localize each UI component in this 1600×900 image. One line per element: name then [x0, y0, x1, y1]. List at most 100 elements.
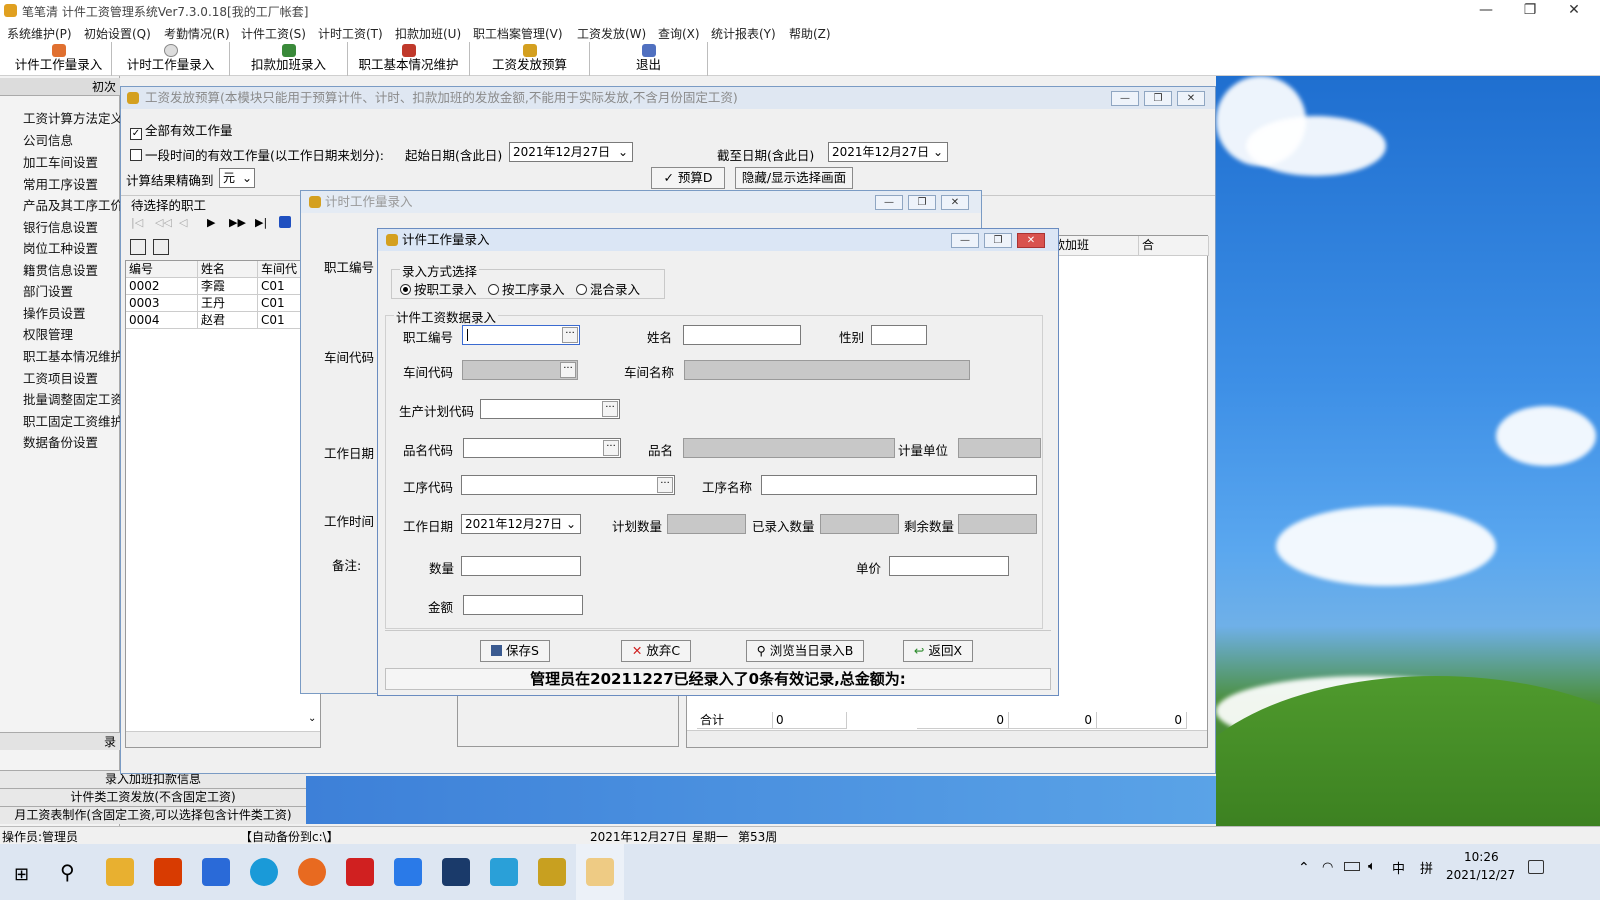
nav-item[interactable]: 籍贯信息设置 — [23, 260, 98, 279]
todo-icon[interactable] — [202, 858, 230, 886]
ime-mode-1[interactable]: 中 — [1392, 858, 1405, 877]
volume-icon[interactable]: 🔈︎ — [1368, 859, 1376, 874]
restore-icon[interactable]: ❐ — [1144, 91, 1172, 106]
ellipsis-icon[interactable]: ··· — [657, 477, 673, 493]
discard-button[interactable]: ✕ 放弃C — [621, 640, 691, 662]
wifi-icon[interactable]: ◠ — [1322, 860, 1333, 875]
minimize-icon[interactable]: — — [875, 195, 903, 210]
restore-icon[interactable]: ❐ — [908, 195, 936, 210]
refresh-icon[interactable] — [153, 239, 169, 255]
end-date-picker[interactable]: 2021年12月27日 ⌄ — [828, 142, 948, 162]
close-icon[interactable]: ✕ — [1017, 233, 1045, 248]
scroll-down-icon[interactable]: ⌄ — [308, 713, 316, 724]
nav-item[interactable]: 常用工序设置 — [23, 174, 98, 193]
employee-maintain-button[interactable]: 职工基本情况维护 — [348, 42, 470, 76]
table-cell[interactable]: 赵君 — [198, 312, 258, 329]
nav-item[interactable]: 部门设置 — [23, 281, 73, 300]
help-app-icon[interactable] — [538, 858, 566, 886]
browse-today-button[interactable]: ⚲ 浏览当日录入B — [746, 640, 864, 662]
restore-icon[interactable]: ❐ — [1508, 0, 1552, 22]
nav-last-icon[interactable]: ▶| — [255, 216, 267, 229]
product-code-input[interactable]: ··· — [463, 438, 621, 458]
price-input[interactable] — [889, 556, 1009, 576]
horizontal-scrollbar[interactable] — [687, 730, 1207, 747]
menu-payout[interactable]: 工资发放(W) — [577, 25, 646, 42]
menu-timework[interactable]: 计时工资(T) — [318, 25, 383, 42]
edge-browser-icon[interactable] — [250, 858, 278, 886]
table-cell[interactable]: 0002 — [126, 278, 198, 295]
all-valid-checkbox[interactable]: ✓ 全部有效工作量 — [130, 120, 233, 140]
feishu-icon[interactable] — [394, 858, 422, 886]
deduction-entry-button[interactable]: 扣款加班录入 — [230, 42, 348, 76]
nav-item[interactable]: 职工固定工资维护 — [23, 411, 123, 430]
nav-monthly-salary[interactable]: 月工资表制作(含固定工资,可以选择包含计件类工资) — [0, 806, 306, 824]
ellipsis-icon[interactable]: ··· — [562, 327, 578, 343]
ime-mode-2[interactable]: 拼 — [1420, 858, 1433, 877]
minimize-icon[interactable]: — — [1111, 91, 1139, 106]
wps-icon[interactable] — [346, 858, 374, 886]
firefox-icon[interactable] — [298, 858, 326, 886]
menu-deduction[interactable]: 扣款加班(U) — [395, 25, 461, 42]
nav-item[interactable]: 职工基本情况维护 — [23, 346, 123, 365]
plan-code-input[interactable]: ··· — [480, 399, 620, 419]
employee-id-input[interactable]: ··· — [462, 325, 580, 345]
name-input[interactable] — [683, 325, 801, 345]
mode-mixed-radio[interactable]: 混合录入 — [576, 279, 640, 298]
nav-piecework-payout[interactable]: 计件类工资发放(不含固定工资) — [0, 788, 306, 806]
clock-date[interactable]: 2021/12/27 — [1446, 868, 1515, 882]
nav-item[interactable]: 批量调整固定工资 — [23, 389, 123, 408]
menu-archive[interactable]: 职工档案管理(V) — [473, 25, 563, 42]
menu-init[interactable]: 初始设置(Q) — [84, 25, 151, 42]
left-nav-section[interactable]: 录 — [0, 732, 120, 750]
period-checkbox[interactable]: 一段时间的有效工作量(以工作日期来划分): — [130, 145, 384, 164]
back-button[interactable]: ↩ 返回X — [903, 640, 973, 662]
menu-report[interactable]: 统计报表(Y) — [711, 25, 776, 42]
menu-help[interactable]: 帮助(Z) — [789, 25, 831, 42]
process-name-input[interactable] — [761, 475, 1037, 495]
timework-entry-button[interactable]: 计时工作量录入 — [112, 42, 230, 76]
restore-icon[interactable]: ❐ — [984, 233, 1012, 248]
piecework-entry-button[interactable]: 计件工作量录入 — [6, 42, 112, 76]
battery-icon[interactable] — [1344, 862, 1360, 871]
work-date-picker[interactable]: 2021年12月27日 ⌄ — [461, 514, 581, 534]
menu-query[interactable]: 查询(X) — [658, 25, 700, 42]
menu-attendance[interactable]: 考勤情况(R) — [164, 25, 230, 42]
table-cell[interactable]: 李霞 — [198, 278, 258, 295]
left-nav-header[interactable]: 初次 — [0, 78, 120, 96]
mode-by-process-radio[interactable]: 按工序录入 — [488, 279, 565, 298]
search-icon[interactable]: ⚲ — [60, 860, 75, 884]
nav-item[interactable]: 岗位工种设置 — [23, 238, 98, 257]
close-icon[interactable]: ✕ — [1177, 91, 1205, 106]
nav-item[interactable]: 加工车间设置 — [23, 152, 98, 171]
start-date-picker[interactable]: 2021年12月27日 ⌄ — [509, 142, 633, 162]
nav-item[interactable]: 公司信息 — [23, 130, 73, 149]
nav-item[interactable]: 工资项目设置 — [23, 368, 98, 387]
workshop-code-input[interactable]: ··· — [462, 360, 578, 380]
tag-icon[interactable] — [279, 216, 291, 228]
office-icon[interactable] — [154, 858, 182, 886]
horizontal-scrollbar[interactable] — [126, 731, 320, 747]
file-explorer-icon[interactable] — [106, 858, 134, 886]
notification-icon[interactable] — [1528, 860, 1544, 874]
table-cell[interactable]: 0004 — [126, 312, 198, 329]
nav-first-icon[interactable]: |◁ — [131, 216, 143, 229]
nav-item[interactable]: 银行信息设置 — [23, 217, 98, 236]
remote-app-icon[interactable] — [490, 858, 518, 886]
nav-item[interactable]: 工资计算方法定义 — [23, 108, 123, 127]
nav-prev-page-icon[interactable]: ◁◁ — [155, 216, 172, 229]
nav-next-icon[interactable]: ▶ — [207, 216, 215, 229]
budget-button[interactable]: ✓ 预算D — [651, 167, 725, 189]
ellipsis-icon[interactable]: ··· — [560, 362, 576, 378]
nav-next-page-icon[interactable]: ▶▶ — [229, 216, 246, 229]
toggle-selection-button[interactable]: 隐藏/显示选择画面 — [735, 167, 853, 189]
amount-input[interactable] — [463, 595, 583, 615]
ellipsis-icon[interactable]: ··· — [602, 401, 618, 417]
table-cell[interactable]: 王丹 — [198, 295, 258, 312]
nav-item[interactable]: 数据备份设置 — [23, 432, 98, 451]
select-all-icon[interactable] — [130, 239, 146, 255]
clock-time[interactable]: 10:26 — [1464, 850, 1499, 864]
minimize-icon[interactable]: — — [951, 233, 979, 248]
payroll-budget-button[interactable]: 工资发放预算 — [470, 42, 590, 76]
menu-piecework[interactable]: 计件工资(S) — [241, 25, 306, 42]
close-icon[interactable]: ✕ — [1552, 0, 1596, 22]
